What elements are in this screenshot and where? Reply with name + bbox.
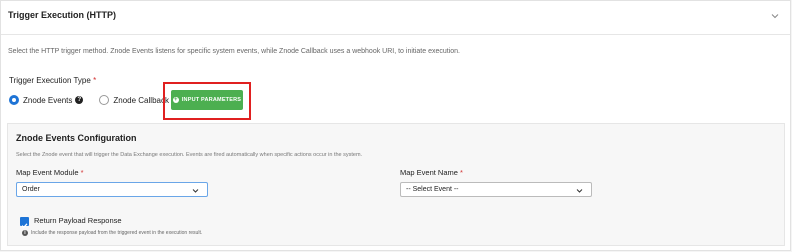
required-mark: * xyxy=(80,168,84,177)
info-icon: i xyxy=(22,230,28,236)
return-payload-hint: i Include the response payload from the … xyxy=(22,230,202,236)
trigger-type-label: Trigger Execution Type * xyxy=(9,76,97,85)
events-configuration-panel: Znode Events Configuration Select the Zn… xyxy=(7,123,785,246)
radio-znode-callback-label[interactable]: Znode Callback xyxy=(113,96,169,105)
map-event-module-label: Map Event Module * xyxy=(16,168,84,177)
chevron-down-icon[interactable] xyxy=(770,11,780,21)
radio-znode-callback[interactable] xyxy=(99,95,110,105)
radio-znode-events[interactable] xyxy=(9,95,19,105)
highlight-box xyxy=(163,82,251,120)
required-mark: * xyxy=(93,76,97,85)
panel-title: Trigger Execution (HTTP) xyxy=(8,10,117,20)
map-event-name-value: -- Select Event -- xyxy=(406,186,459,193)
required-mark: * xyxy=(460,168,463,177)
map-event-name-select[interactable]: -- Select Event -- xyxy=(400,182,592,197)
trigger-type-options: Znode Events ? Znode Callback ? xyxy=(9,93,180,107)
section-description: Select the HTTP trigger method. Znode Ev… xyxy=(8,48,460,55)
chevron-down-icon xyxy=(192,189,199,193)
config-description: Select the Znode event that will trigger… xyxy=(16,152,363,158)
map-event-module-select[interactable]: Order xyxy=(16,182,208,197)
return-payload-label[interactable]: Return Payload Response xyxy=(34,216,122,225)
trigger-execution-panel: Trigger Execution (HTTP) Select the HTTP… xyxy=(0,0,791,251)
map-event-name-label: Map Event Name * xyxy=(400,168,463,177)
panel-header[interactable]: Trigger Execution (HTTP) xyxy=(1,1,790,35)
radio-znode-events-label[interactable]: Znode Events xyxy=(23,96,72,105)
config-title: Znode Events Configuration xyxy=(16,133,137,143)
chevron-down-icon xyxy=(576,189,583,193)
return-payload-checkbox[interactable] xyxy=(20,217,29,229)
check-icon xyxy=(21,223,28,229)
map-event-module-value: Order xyxy=(22,186,40,193)
return-payload-hint-text: Include the response payload from the tr… xyxy=(31,230,203,236)
help-icon[interactable]: ? xyxy=(75,96,84,104)
